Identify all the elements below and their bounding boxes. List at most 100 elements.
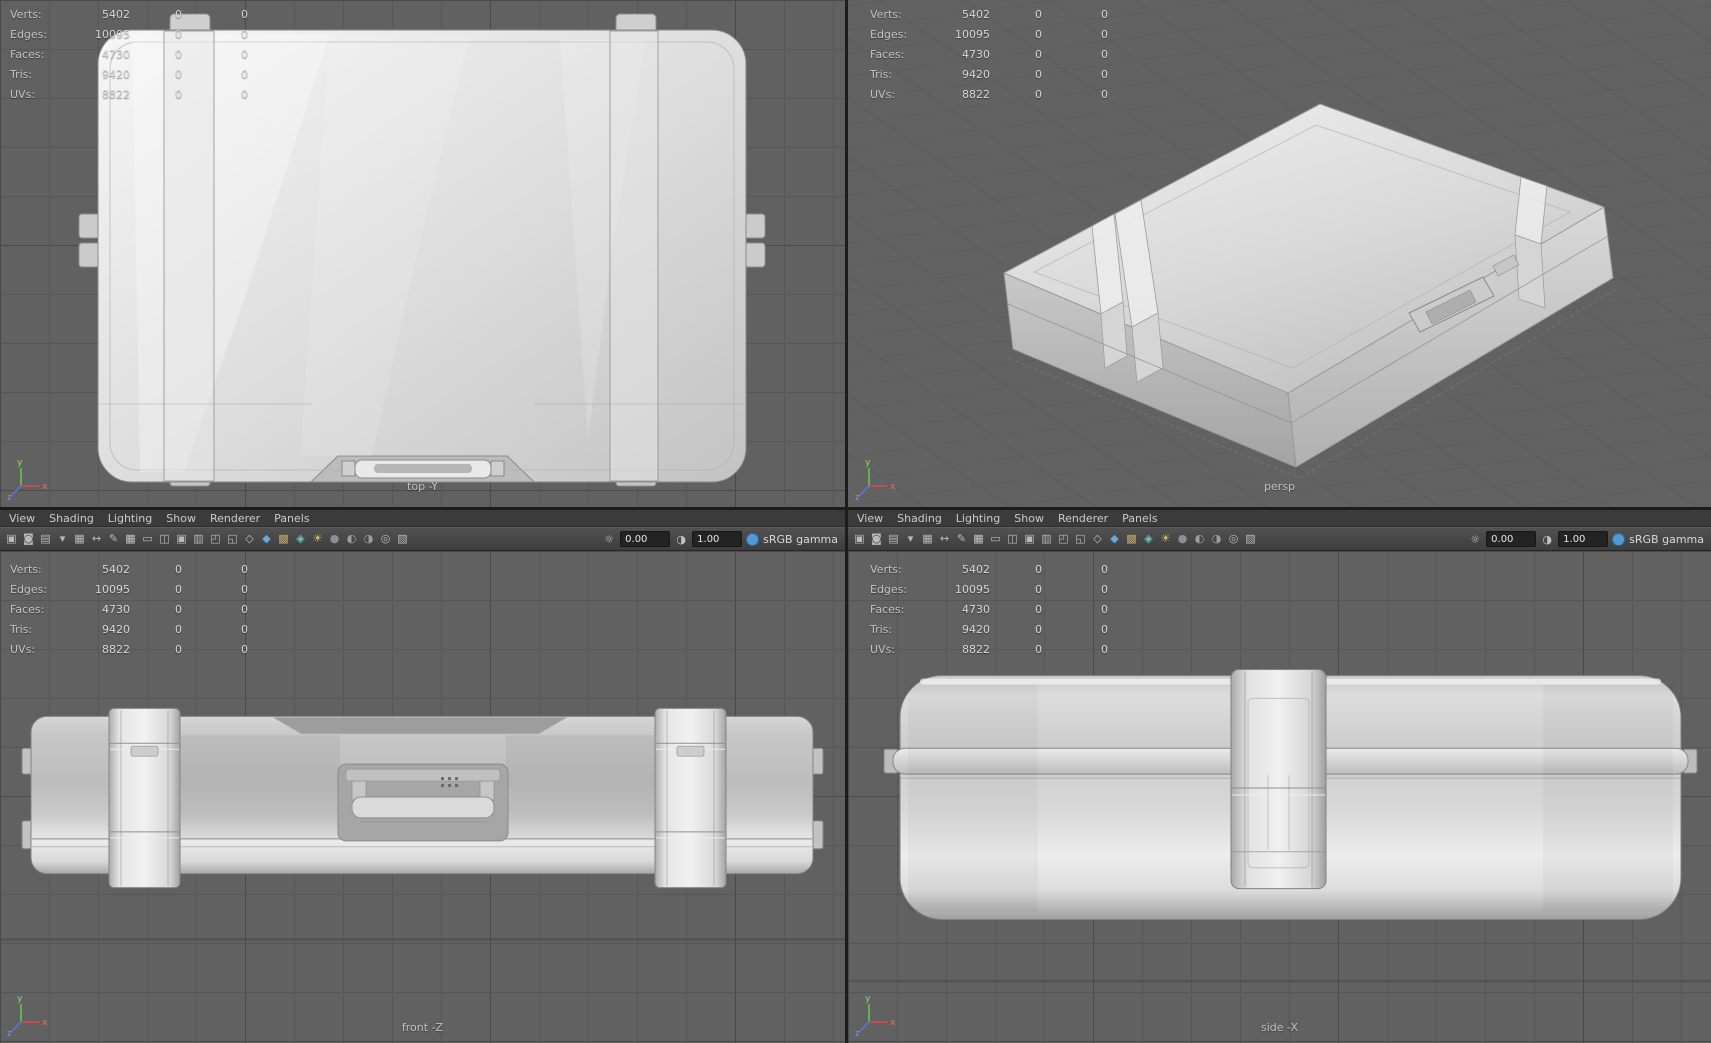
hud-stat-label: Faces: <box>870 47 905 61</box>
panel-menu-item[interactable]: Show <box>1007 512 1051 525</box>
panel-menu-item[interactable]: Panels <box>1115 512 1164 525</box>
occlusion-icon[interactable]: ◐ <box>1191 529 1208 549</box>
panel-menu-item[interactable]: Lighting <box>101 512 159 525</box>
image-plane-icon[interactable]: ▦ <box>71 529 88 549</box>
textured-icon[interactable]: ▩ <box>1123 529 1140 549</box>
exposure-icon[interactable]: ☼ <box>602 533 616 546</box>
safe-title-icon[interactable]: ◱ <box>1072 529 1089 549</box>
exposure-field[interactable]: 0.00 <box>620 531 671 547</box>
resolution-gate-icon[interactable]: ◫ <box>1004 529 1021 549</box>
hud-stat-col2: 0 <box>1101 622 1108 636</box>
xray-icon[interactable]: ▧ <box>394 529 411 549</box>
bookmark-icon[interactable]: ▾ <box>54 529 71 549</box>
camera-select-icon[interactable]: ▣ <box>3 529 20 549</box>
shadows-icon[interactable]: ● <box>1174 529 1191 549</box>
xray-icon[interactable]: ▧ <box>1242 529 1259 549</box>
pan-zoom-icon[interactable]: ↔ <box>936 529 953 549</box>
camera-lock-icon[interactable]: ◙ <box>20 529 37 549</box>
hud-stat-label: UVs: <box>10 87 36 101</box>
svg-text:z: z <box>855 1029 860 1037</box>
film-gate-icon[interactable]: ▭ <box>139 529 156 549</box>
wireframe-icon[interactable]: ◇ <box>241 529 258 549</box>
gate-mask-icon[interactable]: ▣ <box>173 529 190 549</box>
camera-attributes-icon[interactable]: ▤ <box>885 529 902 549</box>
hud-stat-value: 9420 <box>962 67 990 81</box>
pan-zoom-icon[interactable]: ↔ <box>88 529 105 549</box>
smooth-shade-icon[interactable]: ◆ <box>1106 529 1123 549</box>
field-chart-icon[interactable]: ▥ <box>190 529 207 549</box>
contrast-field[interactable]: 1.00 <box>1558 531 1609 547</box>
safe-action-icon[interactable]: ◰ <box>1055 529 1072 549</box>
hud-row: Tris: 9420 0 0 <box>10 64 248 84</box>
panel-menu-item[interactable]: View <box>850 512 890 525</box>
gate-mask-icon[interactable]: ▣ <box>1021 529 1038 549</box>
svg-text:y: y <box>865 994 871 1004</box>
panel-menu-item[interactable]: Shading <box>42 512 101 525</box>
wire-on-shaded-icon[interactable]: ◈ <box>292 529 309 549</box>
camera-lock-icon[interactable]: ◙ <box>868 529 885 549</box>
bookmark-icon[interactable]: ▾ <box>902 529 919 549</box>
hud-stat-col2: 0 <box>1101 642 1108 656</box>
hud-stat-label: Verts: <box>10 7 42 21</box>
panel-menu-item[interactable]: Renderer <box>1051 512 1115 525</box>
panel-menu-item[interactable]: Show <box>159 512 203 525</box>
camera-select-icon[interactable]: ▣ <box>851 529 868 549</box>
hud-stat-value: 5402 <box>102 7 130 21</box>
image-plane-icon[interactable]: ▦ <box>919 529 936 549</box>
occlusion-icon[interactable]: ◐ <box>343 529 360 549</box>
panel-menubar: View Shading Lighting Show Renderer Panels <box>848 510 1711 527</box>
wireframe-icon[interactable]: ◇ <box>1089 529 1106 549</box>
panel-menu-item[interactable]: Panels <box>267 512 316 525</box>
poly-count-hud: Verts: 5402 0 0 Edges: 10095 0 0 Faces: … <box>10 4 248 104</box>
grid-icon[interactable]: ▦ <box>122 529 139 549</box>
poly-count-hud: Verts: 5402 0 0 Edges: 10095 0 0 Faces: … <box>870 4 1108 104</box>
viewport-side-view[interactable]: Verts: 5402 0 0 Edges: 10095 0 0 Faces: … <box>848 551 1711 1043</box>
svg-text:y: y <box>17 458 23 468</box>
safe-title-icon[interactable]: ◱ <box>224 529 241 549</box>
panel-menu-item[interactable]: Lighting <box>949 512 1007 525</box>
shadows-icon[interactable]: ● <box>326 529 343 549</box>
contrast-icon[interactable]: ◑ <box>1540 533 1554 546</box>
grease-pencil-icon[interactable]: ✎ <box>105 529 122 549</box>
smooth-shade-icon[interactable]: ◆ <box>258 529 275 549</box>
film-gate-icon[interactable]: ▭ <box>987 529 1004 549</box>
panel-menu-item[interactable]: Renderer <box>203 512 267 525</box>
hud-stat-label: Tris: <box>870 67 893 81</box>
viewport-persp-view[interactable]: Verts: 5402 0 0 Edges: 10095 0 0 Faces: … <box>848 0 1711 507</box>
viewport-front-view[interactable]: Verts: 5402 0 0 Edges: 10095 0 0 Faces: … <box>0 551 845 1043</box>
hud-stat-col2: 0 <box>1101 67 1108 81</box>
textured-icon[interactable]: ▩ <box>275 529 292 549</box>
hud-stat-col2: 0 <box>241 87 248 101</box>
hud-stat-value: 10095 <box>955 27 990 41</box>
resolution-gate-icon[interactable]: ◫ <box>156 529 173 549</box>
contrast-field[interactable]: 1.00 <box>692 531 743 547</box>
panel-toolbar: ▣ ◙ ▤ ▾ ▦ ↔ ✎ ▦ ▭ ◫ ▣ ▥ ◰ ◱ ◇ ◆ ▩ ◈ ☀ ● ◐ ◑ ◎ ▧ ☼ 0.00 ◑ 1.00 s… <box>848 527 1711 551</box>
camera-attributes-icon[interactable]: ▤ <box>37 529 54 549</box>
hud-stat-label: Verts: <box>870 562 902 576</box>
colorspace-label: sRGB gamma <box>1629 532 1704 546</box>
isolate-select-icon[interactable]: ◎ <box>1225 529 1242 549</box>
lights-icon[interactable]: ☀ <box>1157 529 1174 549</box>
panel-menu-item[interactable]: View <box>2 512 42 525</box>
panel-menu-item[interactable]: Shading <box>890 512 949 525</box>
viewport-top-view[interactable]: Verts: 5402 0 0 Edges: 10095 0 0 Faces: … <box>0 0 845 507</box>
isolate-select-icon[interactable]: ◎ <box>377 529 394 549</box>
exposure-field[interactable]: 0.00 <box>1486 531 1537 547</box>
field-chart-icon[interactable]: ▥ <box>1038 529 1055 549</box>
motion-blur-icon[interactable]: ◑ <box>360 529 377 549</box>
colorspace-icon[interactable] <box>746 532 760 546</box>
colorspace-icon[interactable] <box>1612 532 1626 546</box>
hud-stat-col1: 0 <box>175 582 182 596</box>
grease-pencil-icon[interactable]: ✎ <box>953 529 970 549</box>
exposure-icon[interactable]: ☼ <box>1468 533 1482 546</box>
contrast-icon[interactable]: ◑ <box>674 533 688 546</box>
grid-icon[interactable]: ▦ <box>970 529 987 549</box>
hud-stat-col2: 0 <box>1101 562 1108 576</box>
hud-row: UVs: 8822 0 0 <box>10 84 248 104</box>
motion-blur-icon[interactable]: ◑ <box>1208 529 1225 549</box>
hud-stat-value: 9420 <box>102 67 130 81</box>
hud-row: Edges: 10095 0 0 <box>870 579 1108 599</box>
wire-on-shaded-icon[interactable]: ◈ <box>1140 529 1157 549</box>
lights-icon[interactable]: ☀ <box>309 529 326 549</box>
safe-action-icon[interactable]: ◰ <box>207 529 224 549</box>
